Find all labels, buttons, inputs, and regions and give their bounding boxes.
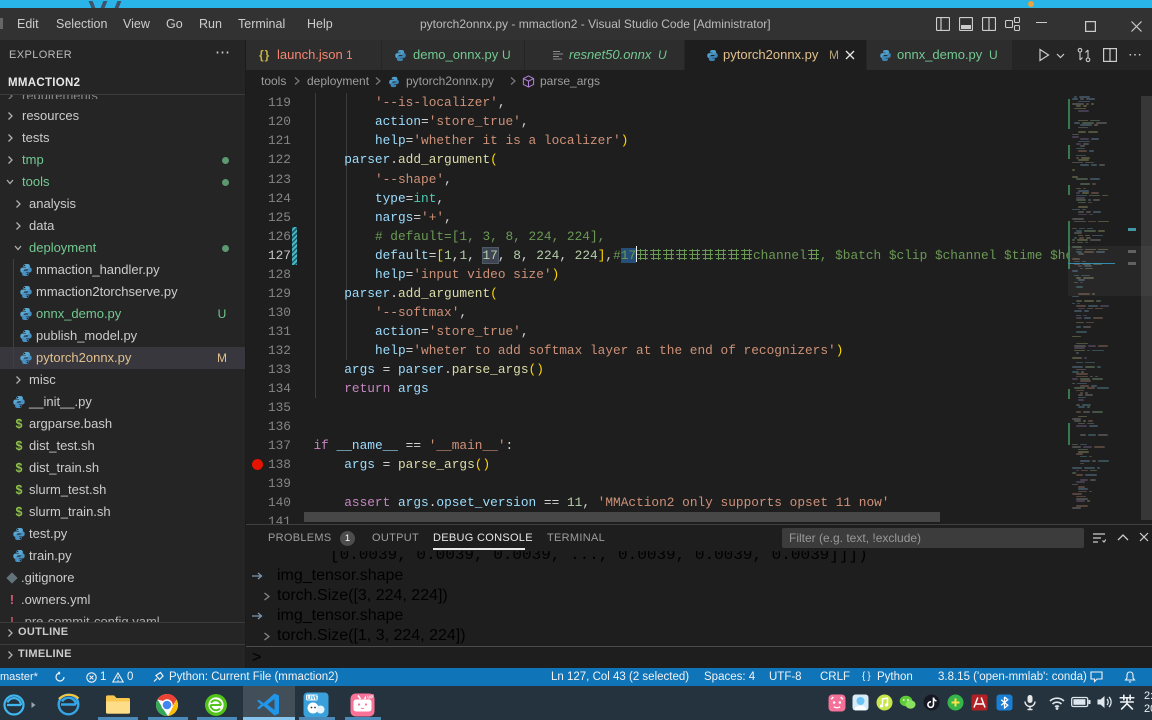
svg-text:UP: UP [367,694,373,699]
svg-text:LIVE: LIVE [307,696,319,702]
